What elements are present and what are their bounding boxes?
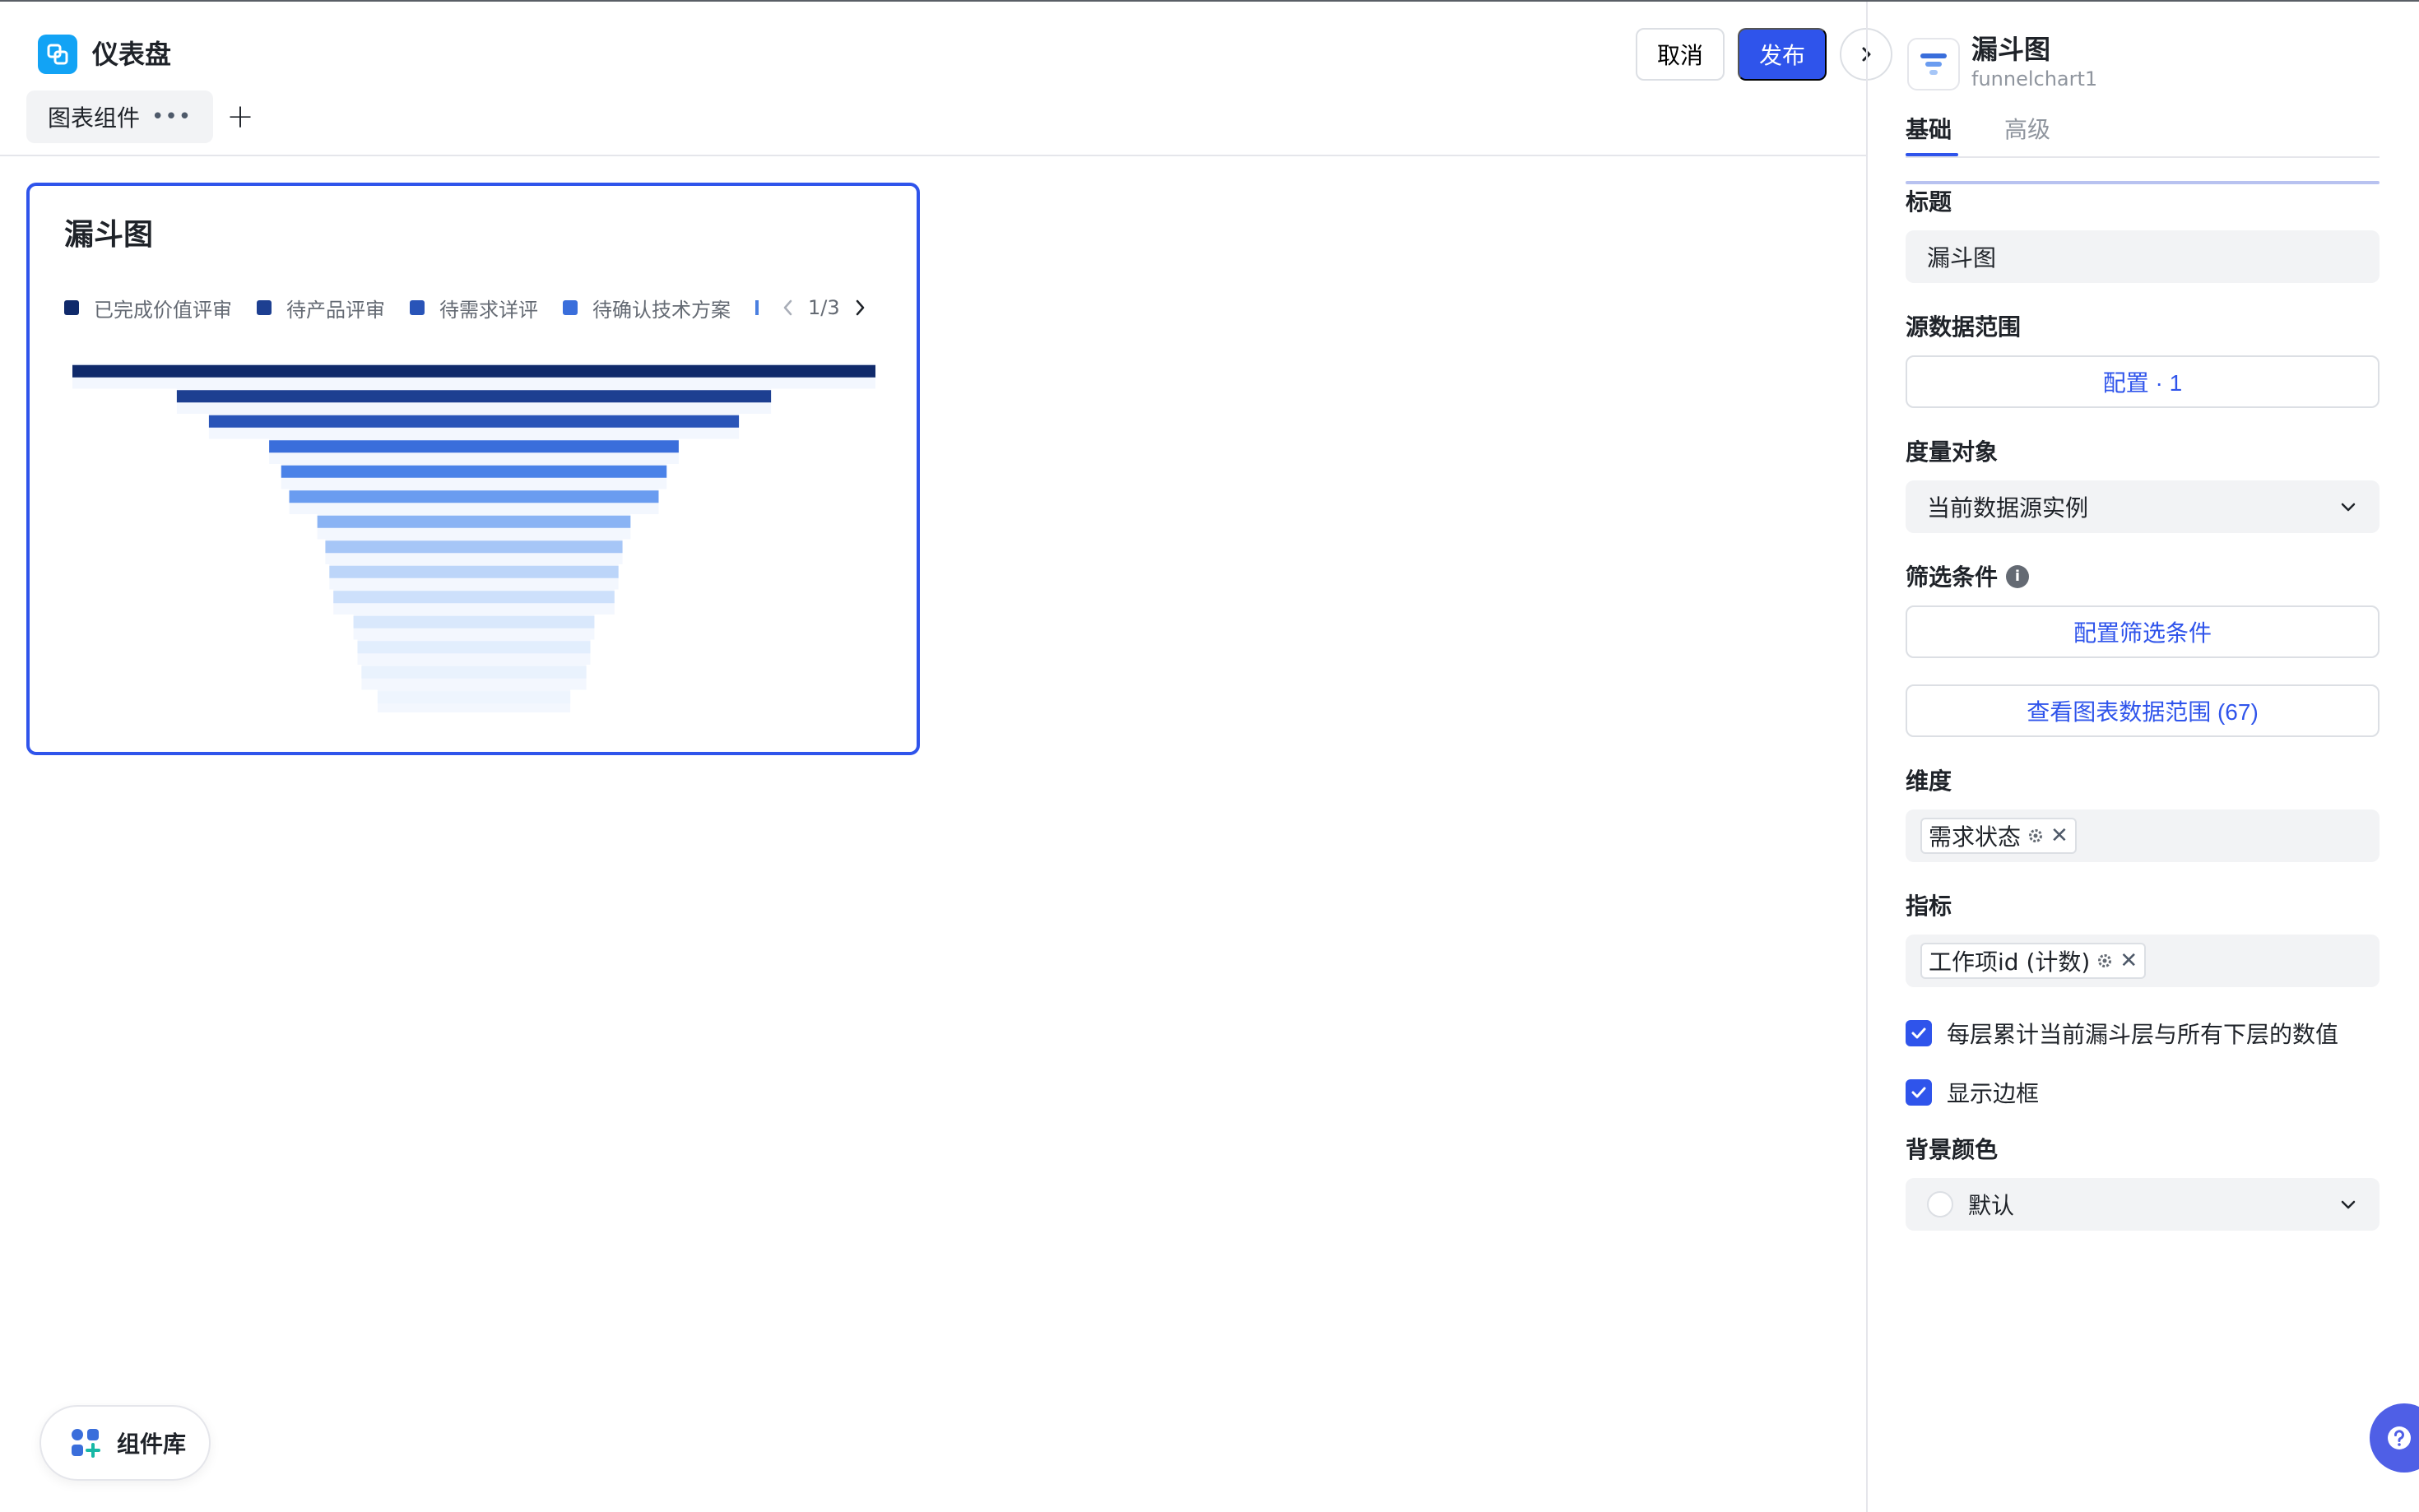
scroll-indicator [1906, 181, 2380, 184]
color-swatch [1927, 1191, 1953, 1217]
legend-label: 待产品评审 [286, 298, 385, 322]
background-color-select[interactable]: 默认 [1906, 1178, 2380, 1231]
legend-swatch [64, 300, 79, 315]
funnel-chart-icon [1907, 38, 1960, 90]
check-icon [1911, 1087, 1926, 1098]
filter-label: 筛选条件 i [1906, 563, 2030, 592]
funnel-layer[interactable] [353, 615, 595, 628]
legend-pagination: 1/3 [780, 296, 868, 319]
tab-basic[interactable]: 基础 [1906, 115, 1952, 145]
funnel-layer[interactable] [281, 465, 667, 478]
close-icon[interactable]: ✕ [2050, 823, 2068, 848]
background-color-label: 背景颜色 [1906, 1136, 1999, 1163]
chevron-left-icon[interactable] [780, 298, 796, 318]
configure-filter-button[interactable]: 配置筛选条件 [1906, 605, 2380, 658]
title-label: 标题 [1906, 188, 1952, 216]
legend-item[interactable]: 待确认技术方案 [563, 294, 731, 322]
question-icon [2388, 1426, 2411, 1449]
component-id: funnelchart1 [1971, 67, 2098, 90]
view-data-range-button[interactable]: 查看图表数据范围 (67) [1906, 684, 2380, 737]
header-divider [0, 155, 1866, 156]
title-input[interactable]: 漏斗图 [1906, 230, 2380, 283]
funnel-layer[interactable] [176, 390, 772, 403]
funnel-layer[interactable] [72, 364, 875, 378]
panel-divider [1866, 2, 1868, 1512]
publish-button[interactable]: 发布 [1738, 28, 1827, 81]
border-checkbox[interactable] [1906, 1079, 1932, 1106]
panel-title: 漏斗图 [1971, 34, 2051, 65]
title-input-value: 漏斗图 [1927, 244, 1997, 271]
chart-legend: 已完成价值评审 待产品评审 待需求详评 待确认技术方案 1/3 [64, 293, 868, 322]
dimension-field[interactable]: 需求状态 ✕ [1906, 809, 2380, 862]
legend-item[interactable]: 待产品评审 [257, 294, 385, 322]
component-library-label: 组件库 [117, 1431, 187, 1458]
cumulative-checkbox-row[interactable]: 每层累计当前漏斗层与所有下层的数值 [1906, 1017, 2338, 1050]
app-logo-icon [38, 35, 77, 74]
legend-swatch [410, 300, 425, 315]
tab-chart-components[interactable]: 图表组件 ••• [26, 90, 214, 143]
border-checkbox-label: 显示边框 [1947, 1080, 2040, 1107]
close-icon[interactable]: ✕ [2120, 948, 2138, 973]
tab-advanced[interactable]: 高级 [2004, 115, 2050, 145]
tabs-divider [1906, 156, 2380, 158]
metric-label: 指标 [1906, 893, 1952, 920]
measure-select[interactable]: 当前数据源实例 [1906, 480, 2380, 533]
tab-label: 图表组件 [48, 104, 141, 132]
funnel-layer[interactable] [289, 490, 659, 503]
app-title: 仪表盘 [92, 39, 172, 70]
metric-chip[interactable]: 工作项id (计数) ✕ [1920, 943, 2147, 979]
funnel-layer[interactable] [329, 565, 619, 578]
legend-swatch [563, 300, 578, 315]
funnel-chart-card[interactable]: 漏斗图 已完成价值评审 待产品评审 待需求详评 待确认技术方案 1/3 [26, 183, 920, 755]
filter-label-text: 筛选条件 [1906, 564, 1999, 591]
funnel-layer[interactable] [361, 666, 587, 679]
funnel-layer[interactable] [357, 641, 591, 654]
measure-label: 度量对象 [1906, 438, 1999, 466]
component-library-button[interactable]: 组件库 [39, 1405, 211, 1481]
funnel-layer[interactable] [317, 515, 631, 528]
legend-swatch [257, 300, 272, 315]
dimension-chip-label: 需求状态 [1929, 823, 2022, 851]
chart-title: 漏斗图 [64, 218, 154, 252]
dimension-chip[interactable]: 需求状态 ✕ [1920, 818, 2077, 854]
legend-page-indicator: 1/3 [808, 296, 840, 319]
component-library-icon [72, 1429, 100, 1458]
source-label: 源数据范围 [1906, 313, 2022, 341]
check-icon [1911, 1027, 1926, 1039]
border-checkbox-row[interactable]: 显示边框 [1906, 1076, 2039, 1109]
cumulative-checkbox-label: 每层累计当前漏斗层与所有下层的数值 [1947, 1021, 2339, 1048]
legend-swatch-truncated [755, 300, 759, 315]
funnel-chart [72, 364, 875, 712]
chevron-right-icon[interactable] [852, 298, 868, 318]
chevron-down-icon [2341, 1200, 2356, 1209]
legend-label: 待确认技术方案 [592, 298, 731, 322]
measure-select-value: 当前数据源实例 [1927, 494, 2089, 522]
more-icon[interactable]: ••• [151, 104, 192, 129]
metric-chip-label: 工作项id (计数) [1929, 948, 2091, 976]
cumulative-checkbox[interactable] [1906, 1020, 1932, 1046]
cancel-button[interactable]: 取消 [1636, 28, 1725, 81]
funnel-layer[interactable] [333, 591, 615, 604]
legend-label: 已完成价值评审 [94, 298, 232, 322]
background-color-text: 默认 [1968, 1192, 2015, 1219]
funnel-layer[interactable] [208, 415, 740, 428]
active-tab-indicator [1906, 153, 1958, 156]
chevron-down-icon [2341, 503, 2356, 512]
background-color-value: 默认 [1927, 1188, 2014, 1221]
configure-source-button[interactable]: 配置 · 1 [1906, 355, 2380, 408]
help-button[interactable] [2370, 1403, 2419, 1473]
legend-item[interactable]: 已完成价值评审 [64, 294, 232, 322]
legend-label: 待需求详评 [439, 298, 538, 322]
funnel-layer[interactable] [377, 691, 571, 704]
app-window: 仪表盘 图表组件 ••• + 取消 发布 漏斗图 已完成价值评审 待产品评审 待… [0, 0, 2419, 1512]
funnel-layer[interactable] [269, 440, 679, 453]
metric-field[interactable]: 工作项id (计数) ✕ [1906, 935, 2380, 987]
gear-icon[interactable] [2096, 953, 2113, 969]
info-icon[interactable]: i [2006, 565, 2030, 588]
legend-item[interactable]: 待需求详评 [410, 294, 538, 322]
gear-icon[interactable] [2027, 828, 2044, 844]
funnel-layer[interactable] [325, 540, 623, 554]
add-tab-button[interactable]: + [224, 97, 257, 137]
dimension-label: 维度 [1906, 768, 1952, 795]
